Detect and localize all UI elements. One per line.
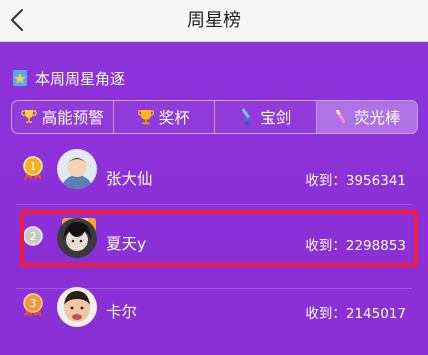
rank-number: 1 <box>30 160 37 173</box>
tab-label: 宝剑 <box>260 109 292 127</box>
gift-tabs: 高能预警 奖杯 宝剑 荧光棒 <box>11 100 418 134</box>
content-area: 本周周星角逐 高能预警 奖杯 宝剑 荧光棒 1 张大仙 收到：3956341 2… <box>0 42 428 355</box>
highlight-box <box>20 210 418 267</box>
trophy-small-icon <box>20 110 37 123</box>
rank-number: 3 <box>30 297 37 310</box>
glow-stick-icon <box>336 109 346 124</box>
section-header: 本周周星角逐 <box>12 67 125 89</box>
star-card-icon <box>13 70 27 86</box>
received-amount: 收到：2145017 <box>305 306 406 322</box>
tab-label: 奖杯 <box>158 109 190 127</box>
divider <box>16 204 412 205</box>
avatar-boy-icon <box>57 149 97 189</box>
tab-label: 高能预警 <box>41 109 104 127</box>
tab-label: 荧光棒 <box>353 109 401 127</box>
sword-icon <box>241 108 252 126</box>
tab-baojian[interactable]: 宝剑 <box>215 101 317 133</box>
streamer-name: 卡尔 <box>106 303 138 321</box>
section-title: 本周周星角逐 <box>35 69 126 88</box>
tab-yingguangbang[interactable]: 荧光棒 <box>316 101 417 133</box>
top-bar: 周星榜 <box>0 0 428 42</box>
avatar[interactable] <box>57 287 97 327</box>
received-amount: 收到：3956341 <box>305 173 406 189</box>
gold-medal-icon: 1 <box>23 156 43 180</box>
trophy-icon <box>137 110 154 125</box>
bronze-medal-icon: 3 <box>23 293 43 317</box>
streamer-name: 张大仙 <box>106 170 153 188</box>
avatar[interactable] <box>57 149 97 189</box>
page-title: 周星榜 <box>187 10 241 31</box>
avatar-man-icon <box>57 287 97 327</box>
tab-gaoneng[interactable]: 高能预警 <box>12 101 114 133</box>
ranking-row-1[interactable]: 1 张大仙 收到：3956341 <box>0 146 428 210</box>
ranking-row-3[interactable]: 3 卡尔 收到：2145017 <box>0 286 428 350</box>
tab-jiangbei[interactable]: 奖杯 <box>114 101 215 133</box>
